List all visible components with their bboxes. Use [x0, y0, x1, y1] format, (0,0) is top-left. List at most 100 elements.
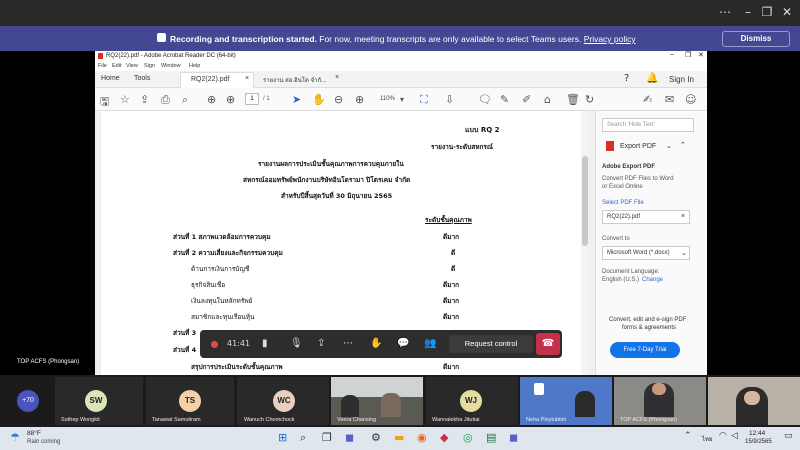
- tray-arrow-icon[interactable]: ⌃: [684, 431, 692, 441]
- dismiss-button[interactable]: Dismiss: [722, 31, 790, 47]
- scroll-mode-icon[interactable]: ⇩: [445, 93, 454, 106]
- minimize-icon[interactable]: –: [738, 5, 758, 19]
- people-icon[interactable]: 👥: [424, 338, 436, 349]
- tab-home[interactable]: Home: [101, 75, 120, 82]
- maximize-icon[interactable]: ❐: [757, 5, 777, 19]
- account-icon[interactable]: ☺: [685, 93, 696, 106]
- self-video-tile[interactable]: [708, 377, 800, 425]
- notification-icon[interactable]: ▭: [784, 431, 793, 441]
- acrobat-app-icon[interactable]: ◆: [440, 431, 448, 444]
- privacy-policy-link[interactable]: Privacy policy: [584, 34, 636, 44]
- select-cursor-icon[interactable]: ➤: [292, 93, 301, 106]
- tab-close-icon[interactable]: ×: [245, 75, 249, 82]
- bookmark-star-icon[interactable]: ☆: [120, 93, 130, 106]
- firefox-icon[interactable]: ◉: [417, 431, 427, 444]
- clock-time[interactable]: 12:44: [749, 430, 765, 437]
- settings-icon[interactable]: ⚙: [371, 431, 381, 444]
- participant-tile[interactable]: SW Suthep Wongkit: [55, 377, 143, 425]
- participant-video-tile[interactable]: Veera Chansing: [331, 377, 423, 425]
- pen-icon[interactable]: ✎: [500, 93, 509, 106]
- zoom-dropdown-icon[interactable]: ▾: [400, 95, 404, 104]
- clock-date[interactable]: 15/9/2565: [745, 439, 772, 445]
- participant-tile[interactable]: WJ Wannalekha Jitutiai: [426, 377, 518, 425]
- tab-document-2[interactable]: รายงาน สอ.อินโด จำกั...: [263, 75, 326, 85]
- weather-desc[interactable]: Rain coming: [27, 439, 60, 445]
- weather-icon[interactable]: ☂: [10, 431, 20, 444]
- share-icon[interactable]: ⇪: [317, 338, 325, 349]
- start-icon[interactable]: ⊞: [278, 431, 287, 444]
- sign-icon[interactable]: ✍: [643, 93, 652, 106]
- hang-up-button[interactable]: ☎: [536, 333, 560, 355]
- zoom-level[interactable]: 110%: [380, 96, 395, 102]
- volume-icon[interactable]: ◁: [731, 431, 738, 441]
- email-icon[interactable]: ✉: [665, 93, 674, 106]
- menu-sign[interactable]: Sign: [144, 63, 155, 69]
- menu-edit[interactable]: Edit: [112, 63, 121, 69]
- select-pdf-file-link[interactable]: Select PDF File: [602, 200, 644, 206]
- request-control-button[interactable]: Request control: [449, 335, 533, 353]
- export-pdf-label[interactable]: Export PDF: [620, 143, 656, 150]
- weather-temp[interactable]: 88°F: [27, 430, 41, 437]
- more-options-icon[interactable]: ⋯: [343, 338, 353, 349]
- acrobat-minimize-icon[interactable]: –: [670, 51, 674, 58]
- teams-icon[interactable]: ◼: [509, 431, 518, 444]
- hand-icon[interactable]: ✋: [312, 93, 326, 106]
- sign-in-link[interactable]: Sign In: [669, 75, 694, 84]
- tag-icon[interactable]: ⌂: [544, 93, 551, 106]
- file-explorer-icon[interactable]: ▬: [394, 431, 404, 444]
- menu-view[interactable]: View: [126, 63, 138, 69]
- print-icon[interactable]: ⎙: [161, 93, 170, 107]
- export-heading: Adobe Export PDF: [602, 164, 656, 170]
- rotate-icon[interactable]: ↻: [585, 93, 594, 106]
- free-trial-button[interactable]: Free 7-Day Trial: [610, 342, 680, 358]
- bell-icon[interactable]: 🔔: [646, 73, 658, 84]
- tab-document-active[interactable]: RQ2(22).pdf ×: [180, 72, 254, 88]
- highlight-icon[interactable]: ✐: [522, 93, 531, 106]
- menu-file[interactable]: File: [98, 63, 107, 69]
- menu-window[interactable]: Window: [161, 63, 181, 69]
- help-icon[interactable]: ?: [624, 73, 629, 84]
- camera-icon[interactable]: ▮: [262, 338, 268, 349]
- participant-video-tile[interactable]: TOP ACFS (Phongsan): [614, 377, 706, 425]
- chrome-icon[interactable]: ◎: [463, 431, 473, 444]
- selected-file-field[interactable]: RQ2(22).pdf ×: [602, 210, 690, 224]
- zoom-out-icon[interactable]: ⊖: [334, 93, 343, 106]
- more-icon[interactable]: ⋯: [715, 5, 735, 19]
- chat-app-icon[interactable]: ◼: [345, 431, 354, 444]
- remove-file-icon[interactable]: ×: [681, 213, 685, 220]
- search-hide-text-input[interactable]: Search 'Hide Text': [602, 118, 694, 132]
- participant-video-tile[interactable]: Neha Pleytubtim: [520, 377, 612, 425]
- menu-help[interactable]: Help: [189, 63, 200, 69]
- tab-tools[interactable]: Tools: [134, 75, 150, 82]
- zoom-in-icon[interactable]: ⊕: [355, 93, 364, 106]
- delete-icon[interactable]: 🗑: [566, 93, 580, 106]
- wifi-icon[interactable]: ◠: [719, 431, 727, 441]
- acrobat-maximize-icon[interactable]: ❐: [685, 51, 691, 59]
- search-icon[interactable]: ⌕: [300, 431, 306, 445]
- format-select[interactable]: Microsoft Word (*.docx) ⌄: [602, 246, 690, 260]
- change-language-link[interactable]: Change: [642, 277, 663, 283]
- save-icon[interactable]: 🖫: [100, 93, 109, 112]
- mic-muted-icon[interactable]: 🎙: [290, 338, 303, 349]
- input-language[interactable]: ไทย: [702, 434, 713, 444]
- tab-close-icon-2[interactable]: ×: [335, 74, 339, 81]
- chevron-up-icon[interactable]: ⌃: [680, 141, 686, 149]
- page-up-icon[interactable]: ⊕: [207, 93, 216, 106]
- participant-tile[interactable]: TS Tanawat Samutiram: [146, 377, 234, 425]
- chat-icon[interactable]: 💬: [397, 338, 409, 349]
- excel-icon[interactable]: ▤: [486, 431, 496, 444]
- overflow-participants-button[interactable]: +70: [17, 390, 39, 412]
- scrollbar-thumb[interactable]: [582, 156, 588, 246]
- fit-page-icon[interactable]: ⛶: [420, 93, 428, 107]
- participant-tile[interactable]: WC Wanuch Chomchock: [237, 377, 329, 425]
- chevron-down-icon[interactable]: ⌄: [666, 142, 672, 150]
- raise-hand-icon[interactable]: ✋: [370, 338, 382, 349]
- acrobat-close-icon[interactable]: ✕: [698, 51, 704, 59]
- search-zoom-icon[interactable]: ⌕: [182, 93, 188, 107]
- comment-icon[interactable]: 🗨: [478, 93, 492, 106]
- page-number-input[interactable]: 1: [245, 93, 259, 105]
- close-icon[interactable]: ✕: [777, 5, 797, 19]
- page-down-icon[interactable]: ⊕: [226, 93, 235, 106]
- upload-icon[interactable]: ⇪: [140, 93, 149, 106]
- task-view-icon[interactable]: ❐: [322, 431, 332, 444]
